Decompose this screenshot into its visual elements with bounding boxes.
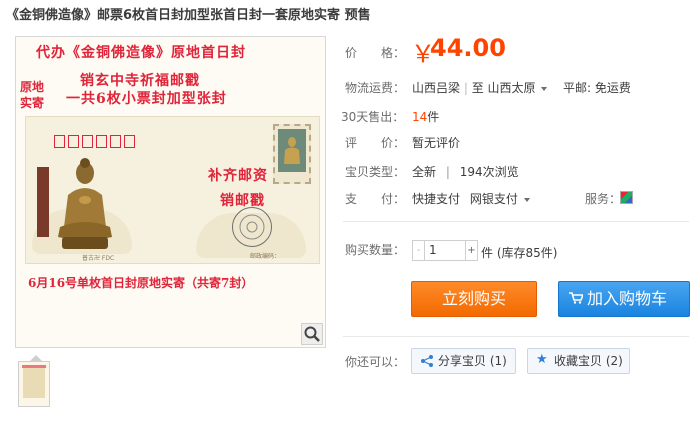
handwriting-line-2: 原地实寄 bbox=[20, 80, 45, 110]
handwriting-line-6: 销邮戳 bbox=[220, 193, 265, 209]
shipping-from[interactable]: 山西吕梁 bbox=[412, 81, 460, 95]
sales-count: 14件 bbox=[412, 108, 439, 125]
envelope-strip bbox=[37, 167, 49, 237]
service-label: 服务： bbox=[585, 192, 622, 206]
price-value: 44.00 bbox=[430, 34, 506, 62]
handwriting-line-4: 一共6枚小票封加型张封 bbox=[66, 91, 227, 107]
postage-stamp bbox=[273, 124, 311, 184]
item-type-label: 宝贝类型： bbox=[345, 165, 406, 179]
star-icon: ★ bbox=[536, 352, 548, 367]
cart-icon bbox=[569, 292, 583, 304]
handwriting-line-1: 代办《金铜佛造像》原地首日封 bbox=[36, 45, 246, 61]
buy-now-button[interactable]: 立刻购买 bbox=[411, 281, 537, 317]
envelope-postcode-text: 邮政编码： bbox=[250, 253, 281, 260]
shipping-separator: 至 bbox=[471, 81, 484, 95]
social-label: 你还可以： bbox=[345, 355, 406, 369]
share-icon bbox=[421, 355, 433, 367]
envelope-fdc-text: 普古卍 FDC bbox=[82, 255, 115, 262]
chevron-down-icon bbox=[541, 86, 548, 91]
service-guarantee-icon[interactable] bbox=[620, 191, 633, 204]
stamp-buddha-icon bbox=[284, 137, 300, 164]
postmark bbox=[232, 207, 272, 247]
zoom-button[interactable] bbox=[301, 323, 323, 345]
shipping-fee: 平邮: 免运费 bbox=[563, 81, 631, 95]
handwriting-line-3: 销玄中寺祈福邮戳 bbox=[80, 73, 200, 89]
handwriting-line-5: 补齐邮资 bbox=[208, 168, 268, 184]
product-page: 《金铜佛造像》邮票6枚首日封加型张首日封一套原地实寄 预售 代办《金铜佛造像》原… bbox=[0, 0, 696, 427]
share-button[interactable]: 分享宝贝 (1) bbox=[411, 348, 516, 374]
share-label: 分享宝贝 (1) bbox=[438, 354, 507, 368]
add-to-cart-label: 加入购物车 bbox=[587, 289, 668, 308]
sales-unit: 件 bbox=[427, 110, 440, 124]
thumbnail-image[interactable] bbox=[18, 361, 50, 407]
item-type-value: 全新 | 194次浏览 bbox=[412, 163, 519, 180]
cover-envelope: 普古卍 FDC 邮政编码： bbox=[25, 116, 320, 264]
payment-method-bank[interactable]: 网银支付 bbox=[470, 192, 518, 206]
search-icon bbox=[304, 326, 320, 342]
favorite-button[interactable]: ★ 收藏宝贝 (2) bbox=[527, 348, 630, 374]
shipping-to[interactable]: 山西太原 bbox=[488, 81, 536, 95]
payment-method-express[interactable]: 快捷支付 bbox=[412, 192, 460, 206]
item-condition: 全新 bbox=[412, 165, 437, 179]
chevron-down-icon[interactable] bbox=[523, 197, 530, 202]
price-label: 价 格： bbox=[345, 46, 406, 60]
item-type-divider: | bbox=[445, 165, 450, 179]
sales-number: 14 bbox=[412, 110, 428, 124]
product-title: 《金铜佛造像》邮票6枚首日封加型张首日封一套原地实寄 预售 bbox=[6, 8, 371, 23]
handwriting-line-7: 6月16号单枚首日封原地实寄（共寄7封） bbox=[28, 276, 254, 290]
quantity-increase-button[interactable]: + bbox=[465, 241, 477, 260]
divider bbox=[343, 336, 689, 337]
shipping-label: 物流运费： bbox=[345, 81, 406, 95]
quantity-input[interactable]: 1 bbox=[425, 241, 465, 260]
quantity-decrease-button[interactable]: - bbox=[413, 241, 425, 260]
favorite-label: 收藏宝贝 (2) bbox=[554, 354, 623, 368]
item-views: 194次浏览 bbox=[459, 165, 519, 179]
payment-label: 支 付： bbox=[345, 192, 406, 206]
quantity-stepper: - 1 + bbox=[412, 240, 478, 261]
review-value: 暂无评价 bbox=[412, 136, 461, 150]
buddha-statue-image bbox=[58, 158, 112, 249]
quantity-label: 购买数量： bbox=[345, 243, 406, 257]
stock-text: 件 (库存85件) bbox=[481, 246, 558, 260]
shipping-route: 山西吕梁 | 至 山西太原 bbox=[412, 79, 548, 96]
main-product-image[interactable]: 代办《金铜佛造像》原地首日封 原地实寄 销玄中寺祈福邮戳 一共6枚小票封加型张封 bbox=[15, 36, 326, 348]
postcode-boxes bbox=[54, 135, 135, 148]
add-to-cart-button[interactable]: 加入购物车 bbox=[558, 281, 690, 317]
sales-label: 30天售出： bbox=[341, 110, 405, 124]
payment-methods: 快捷支付 网银支付 bbox=[412, 190, 530, 207]
divider bbox=[343, 221, 689, 222]
review-label: 评 价： bbox=[345, 136, 406, 150]
